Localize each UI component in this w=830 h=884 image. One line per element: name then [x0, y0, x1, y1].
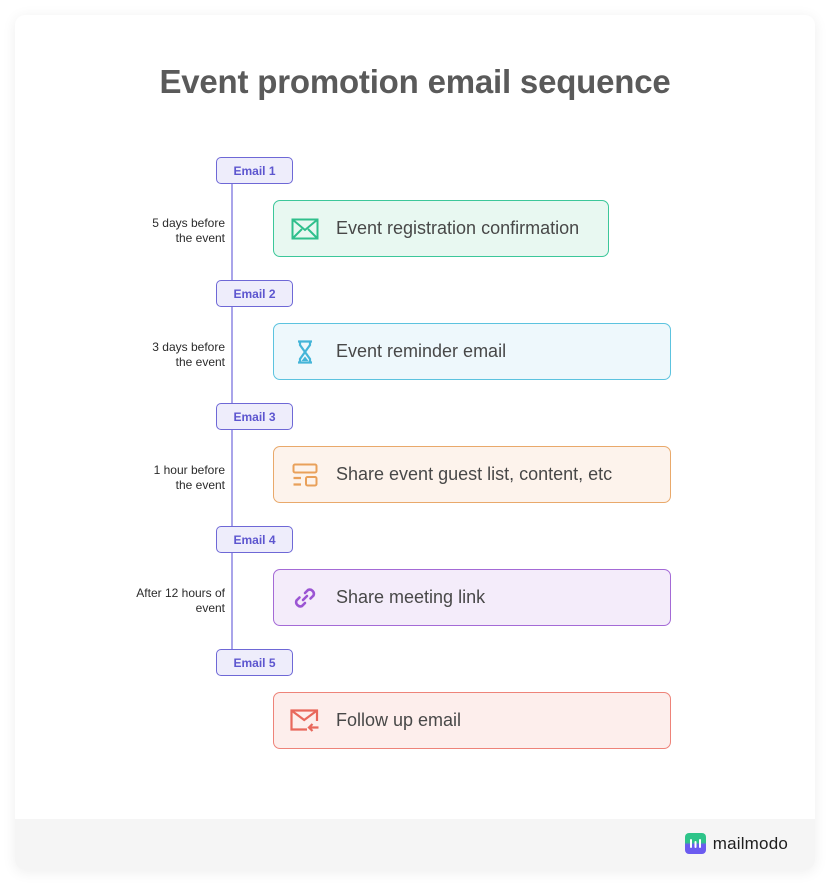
email-badge-3: Email 3: [216, 403, 293, 430]
brand-name: mailmodo: [712, 833, 788, 853]
email-badge-5: Email 5: [216, 649, 293, 676]
brand: mailmodo: [684, 833, 788, 854]
timing-label-4: After 12 hours of event: [85, 586, 225, 616]
layout-icon: [290, 460, 320, 490]
step-card-4: Share meeting link: [273, 569, 671, 626]
step-card-2: Event reminder email: [273, 323, 671, 380]
step-label: Follow up email: [336, 710, 462, 730]
timing-line: 1 hour before: [153, 463, 225, 477]
diagram-card: Event promotion email sequence Email 1 5…: [15, 15, 815, 870]
email-badge-4: Email 4: [216, 526, 293, 553]
link-icon: [290, 583, 320, 613]
hourglass-icon: [290, 337, 320, 367]
step-label: Share meeting link: [336, 587, 486, 607]
mailmodo-logo-icon: [684, 833, 706, 854]
mail-reply-icon: [290, 706, 320, 736]
diagram-title: Event promotion email sequence: [159, 63, 671, 100]
step-card-1: Event registration confirmation: [273, 200, 609, 257]
timing-label-2: 3 days before the event: [85, 340, 225, 370]
email-badge-2: Email 2: [216, 280, 293, 307]
step-label: Event reminder email: [336, 341, 507, 361]
step-card-3: Share event guest list, content, etc: [273, 446, 671, 503]
timing-line: event: [195, 601, 225, 615]
step-label: Event registration confirmation: [336, 218, 580, 238]
timing-line: 3 days before: [152, 340, 225, 354]
footer: mailmodo: [15, 819, 815, 870]
envelope-icon: [290, 214, 320, 244]
timing-line: After 12 hours of: [136, 586, 225, 600]
step-card-5: Follow up email: [273, 692, 671, 749]
timing-line: the event: [175, 478, 225, 492]
email-badge-1: Email 1: [216, 157, 293, 184]
timing-label-1: 5 days before the event: [85, 216, 225, 246]
timing-line: the event: [175, 355, 225, 369]
timing-line: the event: [175, 231, 225, 245]
timing-line: 5 days before: [152, 216, 225, 230]
timing-label-3: 1 hour before the event: [85, 463, 225, 493]
step-label: Share event guest list, content, etc: [336, 464, 613, 484]
